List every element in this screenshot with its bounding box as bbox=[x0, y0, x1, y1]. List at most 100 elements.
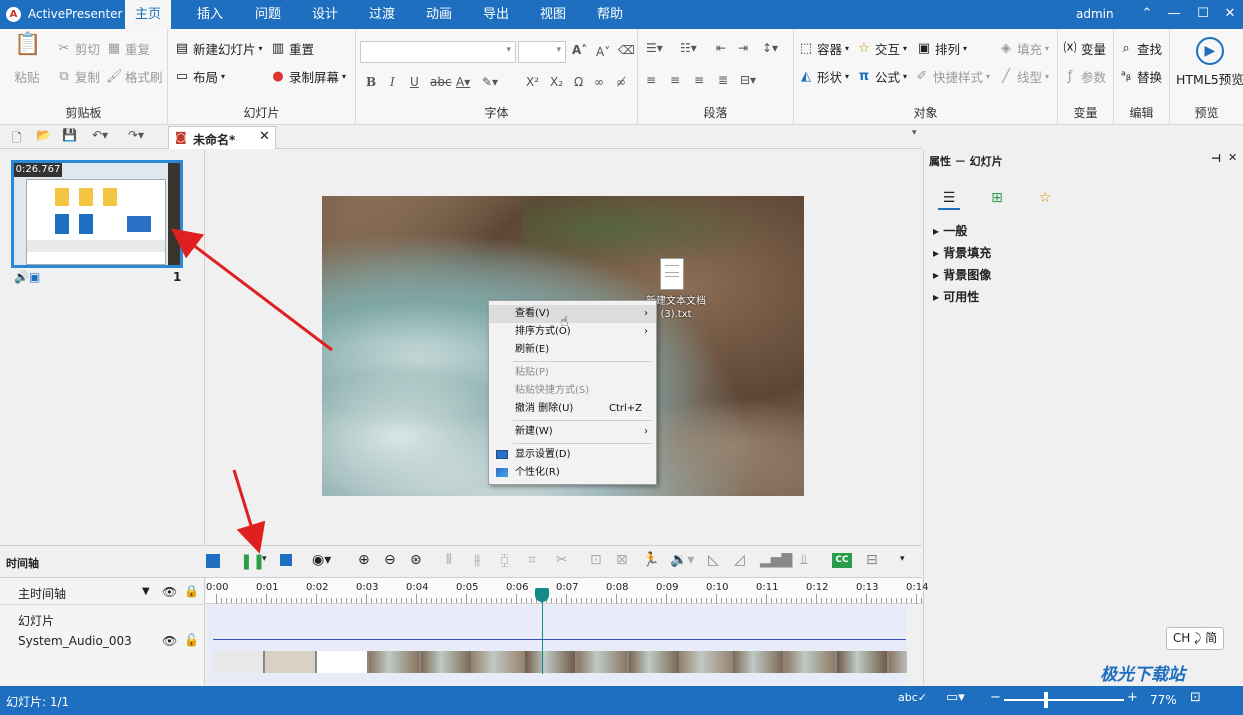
numbering-icon[interactable]: ☷▾ bbox=[680, 41, 697, 55]
eye-icon[interactable]: 👁 bbox=[162, 585, 177, 599]
line-type-button[interactable]: ╱ 线型 ▾ bbox=[998, 67, 1049, 86]
close-icon[interactable]: ✕ bbox=[1216, 4, 1243, 24]
ctx-display-settings[interactable]: 显示设置(D) bbox=[489, 446, 656, 464]
maximize-icon[interactable]: ☐ bbox=[1189, 4, 1217, 24]
prop-section-bg-fill[interactable]: ▸ 背景填充 bbox=[933, 244, 991, 261]
spellcheck-icon[interactable]: abc✓ bbox=[898, 691, 927, 704]
link-icon[interactable]: ∞ bbox=[594, 75, 604, 89]
menu-transitions[interactable]: 过渡 bbox=[359, 0, 405, 29]
prop-section-general[interactable]: ▸ 一般 bbox=[933, 222, 967, 239]
unlink-icon[interactable]: ∞̸ bbox=[616, 75, 626, 89]
vertical-scrollbar[interactable] bbox=[906, 605, 922, 685]
underline-icon[interactable]: U bbox=[410, 75, 419, 89]
html5-preview-button[interactable]: ▶ HTML5预览 bbox=[1176, 37, 1243, 88]
pin-icon[interactable]: ⊣ bbox=[1211, 152, 1221, 165]
ctx-view[interactable]: 查看(V) › bbox=[489, 305, 656, 323]
lock-icon[interactable]: 🔒 bbox=[184, 584, 199, 598]
text-file-icon[interactable] bbox=[660, 258, 684, 290]
zoom-in-button[interactable]: + bbox=[1127, 690, 1138, 705]
cut-time-icon[interactable]: ✂ bbox=[556, 552, 568, 568]
repeat-button[interactable]: ▦ 重复 bbox=[106, 39, 150, 58]
ctx-refresh[interactable]: 刷新(E) bbox=[489, 341, 656, 359]
variable-button[interactable]: ⒳ 变量 bbox=[1062, 39, 1106, 58]
menu-help[interactable]: 帮助 bbox=[587, 0, 633, 29]
parameter-button[interactable]: ƒ 参数 bbox=[1062, 67, 1106, 86]
split-icon[interactable]: ⧮ bbox=[500, 552, 509, 568]
shrink-font-icon[interactable]: A˅ bbox=[596, 45, 610, 59]
ctx-new[interactable]: 新建(W) › bbox=[489, 423, 656, 441]
new-slide-button[interactable]: ▤ 新建幻灯片 ▾ bbox=[174, 39, 263, 58]
symbol-icon[interactable]: Ω bbox=[574, 75, 583, 89]
container-button[interactable]: ⬚ 容器 ▾ bbox=[798, 39, 849, 58]
zoom-out-icon[interactable]: ⊖ bbox=[384, 552, 396, 568]
marker-icon[interactable]: ◉▾ bbox=[312, 552, 331, 568]
size-position-tab-icon[interactable]: ⊞ bbox=[986, 190, 1008, 210]
subscript-icon[interactable]: X₂ bbox=[550, 75, 563, 89]
quick-style-button[interactable]: ✐ 快捷样式 ▾ bbox=[914, 67, 990, 86]
ctx-paste[interactable]: 粘贴(P) bbox=[489, 364, 656, 382]
align-left-icon[interactable]: ≡ bbox=[646, 73, 656, 87]
ctx-paste-shortcut[interactable]: 粘贴快捷方式(S) bbox=[489, 382, 656, 400]
redo-icon[interactable]: ↷▾ bbox=[128, 128, 144, 142]
zoom-in-icon[interactable]: ⊕ bbox=[358, 552, 370, 568]
bold-icon[interactable]: B bbox=[366, 75, 376, 89]
align-center-icon[interactable]: ≡ bbox=[670, 73, 680, 87]
interaction-button[interactable]: ☆ 交互 ▾ bbox=[856, 39, 907, 58]
zoom-out-button[interactable]: − bbox=[990, 690, 1001, 705]
clear-format-icon[interactable]: ⌫ bbox=[618, 43, 635, 57]
closed-caption-icon[interactable]: CC bbox=[832, 553, 852, 568]
line-spacing-icon[interactable]: ↕▾ bbox=[762, 41, 778, 55]
menu-home[interactable]: 主页 bbox=[125, 0, 172, 29]
shape-button[interactable]: ◭ 形状 ▾ bbox=[798, 67, 849, 86]
fade-in-icon[interactable]: ◺ bbox=[708, 552, 719, 568]
menu-view[interactable]: 视图 bbox=[530, 0, 576, 29]
fade-out-icon[interactable]: ◿ bbox=[734, 552, 745, 568]
fill-button[interactable]: ◈ 填充 ▾ bbox=[998, 39, 1049, 58]
save-icon[interactable]: 💾 bbox=[62, 128, 77, 142]
bullets-icon[interactable]: ☰▾ bbox=[646, 41, 663, 55]
normalize-icon[interactable]: ⫫ bbox=[800, 552, 808, 568]
formula-button[interactable]: π 公式 ▾ bbox=[856, 67, 907, 86]
grow-font-icon[interactable]: A˄ bbox=[572, 43, 587, 57]
prop-section-availability[interactable]: ▸ 可用性 bbox=[933, 288, 979, 305]
select-mode-icon[interactable] bbox=[206, 554, 220, 568]
ctx-personalize[interactable]: 个性化(R) bbox=[489, 464, 656, 482]
zoom-slider-thumb[interactable] bbox=[1044, 692, 1048, 708]
blur-icon[interactable]: ⊠ bbox=[616, 552, 628, 568]
document-tab[interactable]: ◙ 未命名* ✕ bbox=[168, 126, 276, 149]
track-area[interactable] bbox=[206, 605, 922, 685]
menu-insert[interactable]: 插入 bbox=[187, 0, 233, 29]
record-screen-button[interactable]: ● 录制屏幕 ▾ bbox=[270, 67, 346, 86]
open-folder-icon[interactable]: 📂 bbox=[36, 128, 51, 142]
menu-questions[interactable]: 问题 bbox=[245, 0, 291, 29]
delete-time-icon[interactable]: ⫵ bbox=[474, 552, 480, 568]
properties-general-tab-icon[interactable]: ☰ bbox=[938, 190, 960, 210]
minimize-icon[interactable]: — bbox=[1160, 4, 1188, 24]
font-family-select[interactable]: ▾ bbox=[360, 41, 516, 63]
collapse-ribbon-icon[interactable]: ⌃ bbox=[1133, 4, 1161, 24]
crop-icon[interactable]: ⌗ bbox=[528, 552, 536, 568]
italic-icon[interactable]: I bbox=[390, 75, 395, 89]
freeze-frame-icon[interactable]: ⊡ bbox=[590, 552, 602, 568]
view-mode-icon[interactable]: ▭▾ bbox=[946, 690, 965, 705]
menu-export[interactable]: 导出 bbox=[473, 0, 519, 29]
video-filmstrip[interactable] bbox=[213, 651, 907, 673]
timeline-ruler[interactable]: 0:00 0:01 0:02 0:03 0:04 0:05 0:06 0:07 0:08 0:09… bbox=[206, 578, 928, 604]
reset-button[interactable]: ▥ 重置 bbox=[270, 39, 314, 58]
ctx-undo-delete[interactable]: 撤消 删除(U) Ctrl+Z bbox=[489, 400, 656, 418]
user-name[interactable]: admin bbox=[1076, 7, 1114, 21]
ctx-sort[interactable]: 排序方式(O) › bbox=[489, 323, 656, 341]
justify-icon[interactable]: ≣ bbox=[718, 73, 728, 87]
increase-indent-icon[interactable]: ⇥ bbox=[738, 41, 748, 55]
eye-icon[interactable]: 👁 bbox=[162, 634, 177, 648]
ime-indicator[interactable]: CH ⤸ 简 bbox=[1166, 627, 1224, 650]
slide-thumbnail[interactable]: 0:26.767 bbox=[11, 160, 183, 268]
zoom-fit-icon[interactable]: ⊛ bbox=[410, 552, 422, 568]
copy-button[interactable]: ⧉ 复制 bbox=[56, 67, 100, 86]
font-size-select[interactable]: ▾ bbox=[518, 41, 566, 63]
prop-section-bg-image[interactable]: ▸ 背景图像 bbox=[933, 266, 991, 283]
unlock-icon[interactable]: 🔓 bbox=[184, 633, 199, 647]
font-color-icon[interactable]: A▾ bbox=[456, 75, 470, 89]
menu-animations[interactable]: 动画 bbox=[416, 0, 462, 29]
play-options-dropdown-icon[interactable]: ▾ bbox=[262, 554, 267, 564]
